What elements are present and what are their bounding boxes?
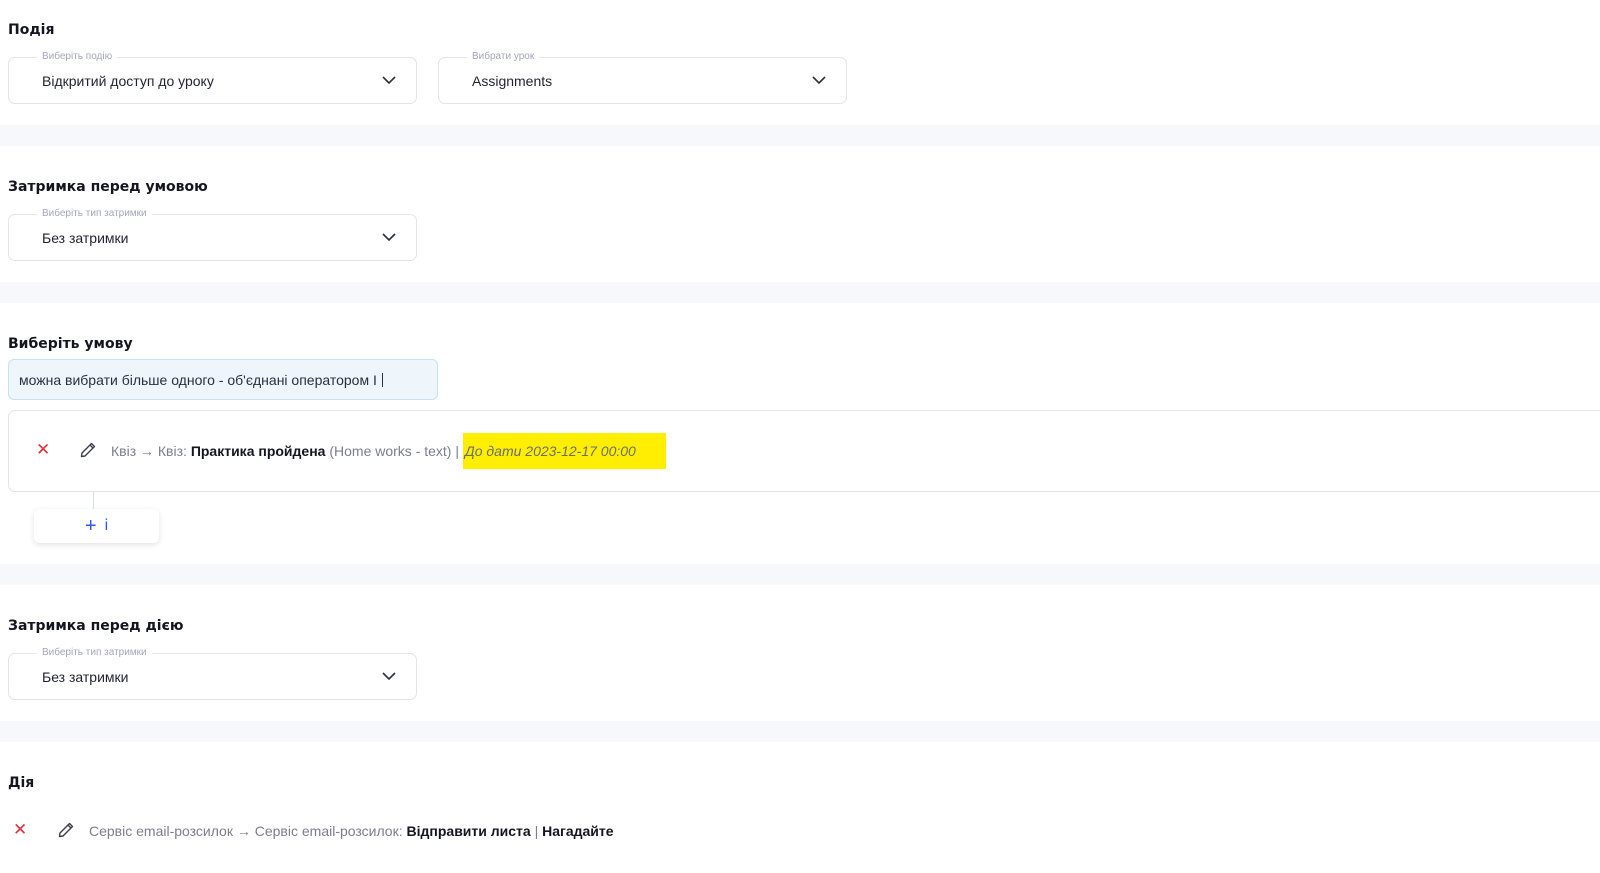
delay-type-select-value: Без затримки [42, 230, 129, 246]
close-icon[interactable]: ✕ [13, 820, 27, 840]
lesson-select[interactable]: Вибрати урок Assignments [438, 51, 847, 104]
condition-hint-input[interactable]: можна вибрати більше одного - об'єднані … [8, 359, 438, 400]
condition-hint-text: можна вибрати більше одного - об'єднані … [19, 372, 377, 388]
text-caret [381, 373, 383, 387]
add-and-condition-button[interactable]: + і [34, 509, 159, 543]
action-delay-type-select-label: Виберіть тип затримки [37, 647, 152, 659]
condition-rule-card: ✕ Квіз → Квіз: Практика пройдена (Home w… [8, 410, 1600, 492]
action-rule-prefix: Сервіс email-розсилок → Сервіс email-роз… [89, 823, 407, 839]
delay-type-select-label: Виберіть тип затримки [37, 208, 152, 220]
chevron-down-icon[interactable] [382, 232, 396, 242]
action-title: Дія [8, 775, 35, 791]
delay-before-condition-section: Затримка перед умовою Виберіть тип затри… [0, 146, 1600, 282]
event-select-value: Відкритий доступ до уроку [42, 73, 214, 89]
connector-line [93, 492, 94, 510]
condition-title: Виберіть умову [8, 336, 133, 352]
event-select-label: Виберіть подію [37, 51, 118, 63]
lesson-select-label: Вибрати урок [467, 51, 540, 63]
pencil-icon[interactable] [57, 821, 75, 839]
condition-rule-text: Квіз → Квіз: Практика пройдена (Home wor… [111, 433, 666, 469]
action-rule-separator: | [530, 823, 543, 839]
condition-rule-name: Практика пройдена [190, 443, 326, 459]
delay-before-condition-title: Затримка перед умовою [8, 179, 208, 195]
action-section: Дія ✕ Сервіс email-розсилок → Сервіс ema… [0, 742, 1600, 873]
condition-rule-deadline: До дати 2023-12-17 00:00 [462, 433, 666, 469]
delay-before-action-title: Затримка перед дією [8, 618, 184, 634]
action-rule-detail: Нагадайте [542, 823, 614, 839]
chevron-down-icon[interactable] [812, 75, 826, 85]
lesson-select-value: Assignments [472, 73, 553, 89]
chevron-down-icon[interactable] [382, 75, 396, 85]
add-and-condition-label: і [104, 517, 109, 534]
event-section: Подія Виберіть подію Відкритий доступ до… [0, 0, 1600, 125]
pencil-icon[interactable] [79, 441, 97, 459]
event-title: Подія [8, 22, 55, 38]
delay-type-select[interactable]: Виберіть тип затримки Без затримки [8, 208, 417, 261]
event-select[interactable]: Виберіть подію Відкритий доступ до уроку [8, 51, 417, 104]
action-delay-type-select-value: Без затримки [42, 669, 129, 685]
condition-rule-detail: (Home works - text) | [325, 443, 463, 459]
close-icon[interactable]: ✕ [36, 440, 50, 460]
chevron-down-icon[interactable] [382, 671, 396, 681]
delay-before-action-section: Затримка перед дією Виберіть тип затримк… [0, 585, 1600, 721]
action-rule-name: Відправити листа [406, 823, 531, 839]
condition-rule-prefix: Квіз → Квіз: [111, 443, 191, 459]
action-delay-type-select[interactable]: Виберіть тип затримки Без затримки [8, 647, 417, 700]
action-rule-text: Сервіс email-розсилок → Сервіс email-роз… [89, 823, 614, 839]
plus-icon: + [84, 515, 97, 537]
